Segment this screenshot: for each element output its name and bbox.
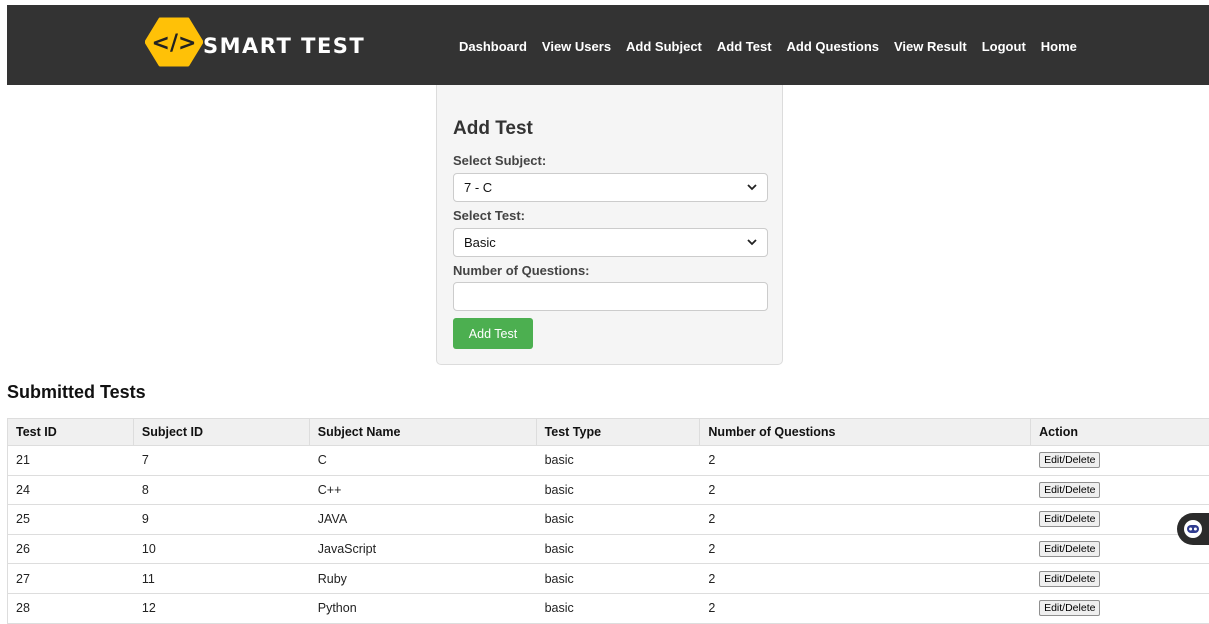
cell-subject-id: 10 xyxy=(133,534,309,564)
cell-test-type: basic xyxy=(536,505,700,535)
table-row: 21 7 C basic 2 Edit/Delete xyxy=(8,446,1209,476)
cell-test-id: 27 xyxy=(8,564,134,594)
cell-number-of-questions: 2 xyxy=(700,593,1031,623)
brand-logo[interactable]: </> SMART TEST xyxy=(145,17,365,67)
cell-subject-name: C xyxy=(309,446,536,476)
cell-test-type: basic xyxy=(536,534,700,564)
nav-add-subject[interactable]: Add Subject xyxy=(626,39,702,54)
cell-test-type: basic xyxy=(536,446,700,476)
cell-action: Edit/Delete xyxy=(1031,593,1209,623)
cell-test-id: 28 xyxy=(8,593,134,623)
cell-subject-id: 12 xyxy=(133,593,309,623)
edit-delete-button[interactable]: Edit/Delete xyxy=(1039,600,1100,616)
nav-add-test[interactable]: Add Test xyxy=(717,39,772,54)
table-row: 25 9 JAVA basic 2 Edit/Delete xyxy=(8,505,1209,535)
table-header-row: Test ID Subject ID Subject Name Test Typ… xyxy=(8,419,1209,446)
table-row: 28 12 Python basic 2 Edit/Delete xyxy=(8,593,1209,623)
subject-select[interactable]: 7 - C xyxy=(453,173,768,202)
cell-subject-id: 11 xyxy=(133,564,309,594)
edit-delete-button[interactable]: Edit/Delete xyxy=(1039,571,1100,587)
cell-test-id: 25 xyxy=(8,505,134,535)
test-label: Select Test: xyxy=(453,208,525,223)
nav-view-result[interactable]: View Result xyxy=(894,39,967,54)
col-action: Action xyxy=(1031,419,1209,446)
cell-action: Edit/Delete xyxy=(1031,475,1209,505)
add-test-form: Add Test Select Subject: 7 - C Select Te… xyxy=(436,85,783,365)
cell-subject-name: Python xyxy=(309,593,536,623)
nav-home[interactable]: Home xyxy=(1041,39,1077,54)
test-select[interactable]: Basic xyxy=(453,228,768,257)
nav-logout[interactable]: Logout xyxy=(982,39,1026,54)
robot-face-icon xyxy=(1183,519,1203,539)
table-row: 24 8 C++ basic 2 Edit/Delete xyxy=(8,475,1209,505)
main-nav: Dashboard View Users Add Subject Add Tes… xyxy=(459,39,1092,54)
cell-test-id: 21 xyxy=(8,446,134,476)
col-subject-name: Subject Name xyxy=(309,419,536,446)
cell-test-id: 26 xyxy=(8,534,134,564)
cell-number-of-questions: 2 xyxy=(700,534,1031,564)
form-title: Add Test xyxy=(453,118,533,140)
cell-subject-name: JAVA xyxy=(309,505,536,535)
subject-label: Select Subject: xyxy=(453,153,546,168)
chevron-down-icon xyxy=(747,184,757,191)
edit-delete-button[interactable]: Edit/Delete xyxy=(1039,511,1100,527)
brand-name: SMART TEST xyxy=(203,34,365,58)
test-select-value: Basic xyxy=(464,235,747,250)
cell-action: Edit/Delete xyxy=(1031,446,1209,476)
cell-subject-id: 7 xyxy=(133,446,309,476)
cell-test-type: basic xyxy=(536,564,700,594)
cell-subject-id: 9 xyxy=(133,505,309,535)
nav-view-users[interactable]: View Users xyxy=(542,39,611,54)
cell-test-id: 24 xyxy=(8,475,134,505)
col-number-of-questions: Number of Questions xyxy=(700,419,1031,446)
cell-subject-name: JavaScript xyxy=(309,534,536,564)
col-test-id: Test ID xyxy=(8,419,134,446)
cell-number-of-questions: 2 xyxy=(700,446,1031,476)
cell-number-of-questions: 2 xyxy=(700,475,1031,505)
edit-delete-button[interactable]: Edit/Delete xyxy=(1039,541,1100,557)
cell-subject-name: Ruby xyxy=(309,564,536,594)
edit-delete-button[interactable]: Edit/Delete xyxy=(1039,452,1100,468)
table-row: 27 11 Ruby basic 2 Edit/Delete xyxy=(8,564,1209,594)
submitted-tests-table: Test ID Subject ID Subject Name Test Typ… xyxy=(7,418,1209,624)
top-navbar: </> SMART TEST Dashboard View Users Add … xyxy=(7,5,1209,85)
col-subject-id: Subject ID xyxy=(133,419,309,446)
nav-add-questions[interactable]: Add Questions xyxy=(787,39,879,54)
chevron-down-icon xyxy=(747,239,757,246)
chat-assistant-button[interactable] xyxy=(1177,513,1209,545)
cell-test-type: basic xyxy=(536,593,700,623)
questions-label: Number of Questions: xyxy=(453,263,590,278)
cell-number-of-questions: 2 xyxy=(700,505,1031,535)
edit-delete-button[interactable]: Edit/Delete xyxy=(1039,482,1100,498)
questions-input[interactable] xyxy=(453,282,768,311)
nav-dashboard[interactable]: Dashboard xyxy=(459,39,527,54)
cell-action: Edit/Delete xyxy=(1031,564,1209,594)
subject-select-value: 7 - C xyxy=(464,180,747,195)
table-row: 26 10 JavaScript basic 2 Edit/Delete xyxy=(8,534,1209,564)
cell-subject-name: C++ xyxy=(309,475,536,505)
submitted-tests-title: Submitted Tests xyxy=(7,382,146,403)
logo-glyph: </> xyxy=(152,31,197,56)
add-test-button[interactable]: Add Test xyxy=(453,318,533,349)
cell-test-type: basic xyxy=(536,475,700,505)
cell-subject-id: 8 xyxy=(133,475,309,505)
col-test-type: Test Type xyxy=(536,419,700,446)
code-hexagon-icon: </> xyxy=(145,17,203,67)
cell-number-of-questions: 2 xyxy=(700,564,1031,594)
